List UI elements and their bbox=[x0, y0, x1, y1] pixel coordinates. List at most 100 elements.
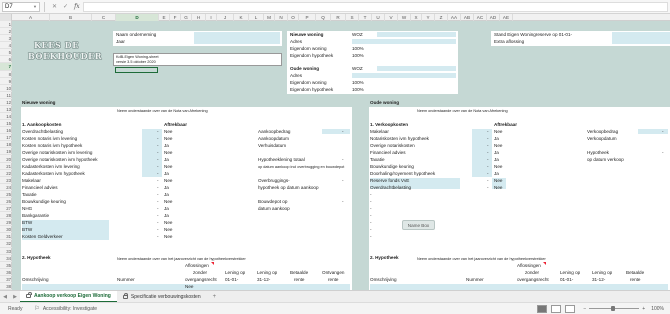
new-home-address-input[interactable] bbox=[352, 39, 456, 44]
left-item-deductible[interactable]: Nee bbox=[164, 150, 172, 156]
column-header-q[interactable]: Q bbox=[316, 14, 331, 21]
tab-specificatie[interactable]: Specificatie verbouwingskosten bbox=[117, 291, 207, 302]
row-header-1[interactable]: 1 bbox=[0, 21, 12, 29]
row-header-12[interactable]: 12 bbox=[0, 99, 12, 106]
column-header-w[interactable]: W bbox=[398, 14, 411, 21]
right-item-value[interactable]: - bbox=[487, 178, 489, 184]
left-item-deductible[interactable]: Nee bbox=[164, 129, 172, 135]
old-home-address-input[interactable] bbox=[352, 73, 456, 78]
right-item-value[interactable]: - bbox=[487, 136, 489, 142]
accessibility-icon[interactable]: ⚐ bbox=[34, 305, 39, 312]
zoom-level[interactable]: 100% bbox=[651, 306, 664, 312]
left-item-value[interactable]: - bbox=[157, 129, 159, 135]
left-item-value[interactable]: - bbox=[157, 234, 159, 240]
left-item-deductible[interactable]: Nee bbox=[164, 220, 172, 226]
column-header-ac[interactable]: AC bbox=[474, 14, 487, 21]
row-header-34[interactable]: 34 bbox=[0, 255, 12, 262]
left-item-value[interactable]: - bbox=[157, 199, 159, 205]
row-header-27[interactable]: 27 bbox=[0, 205, 12, 213]
right-item-value[interactable]: - bbox=[487, 129, 489, 135]
row-header-18[interactable]: 18 bbox=[0, 141, 12, 149]
column-header-a[interactable]: A bbox=[12, 14, 50, 21]
right-extra-dash[interactable]: - bbox=[370, 199, 372, 205]
left-item-value[interactable]: - bbox=[157, 213, 159, 219]
left-purchase-amount-input[interactable] bbox=[322, 129, 350, 134]
row-header-24[interactable]: 24 bbox=[0, 184, 12, 191]
row-header-9[interactable]: 9 bbox=[0, 78, 12, 85]
row-header-22[interactable]: 22 bbox=[0, 170, 12, 177]
selected-cell-d7[interactable] bbox=[115, 67, 158, 73]
right-item-deductible[interactable]: Nee bbox=[494, 129, 502, 135]
new-home-mortgage-pct[interactable]: 100% bbox=[352, 53, 364, 59]
left-item-deductible[interactable]: Nee bbox=[164, 234, 172, 240]
row-header-25[interactable]: 25 bbox=[0, 191, 12, 198]
left-item-deductible[interactable]: Ja bbox=[164, 157, 169, 163]
select-all-corner[interactable] bbox=[0, 14, 12, 21]
left-item-value[interactable]: - bbox=[157, 136, 159, 142]
row-header-15[interactable]: 15 bbox=[0, 120, 12, 128]
add-sheet-button[interactable]: + bbox=[213, 294, 217, 300]
old-home-mortgage-pct[interactable]: 100% bbox=[352, 87, 364, 93]
left-item-value[interactable]: - bbox=[157, 185, 159, 191]
column-header-e[interactable]: E bbox=[159, 14, 170, 21]
row-header-36[interactable]: 36 bbox=[0, 269, 12, 276]
accessibility-status[interactable]: Accessibility: Investigate bbox=[43, 306, 97, 312]
left-item-value[interactable]: - bbox=[157, 143, 159, 149]
right-item-deductible[interactable]: Nee bbox=[494, 164, 502, 170]
row-header-4[interactable]: 4 bbox=[0, 42, 12, 50]
page-layout-view-button[interactable] bbox=[551, 304, 562, 313]
column-header-s[interactable]: S bbox=[346, 14, 359, 21]
left-item-value[interactable]: - bbox=[157, 178, 159, 184]
left-purchase-inputs-a[interactable] bbox=[142, 129, 162, 177]
left-item-value[interactable]: - bbox=[157, 164, 159, 170]
name-box[interactable]: D7 ▼ bbox=[2, 1, 40, 12]
left-item-value[interactable]: - bbox=[157, 227, 159, 233]
row-header-20[interactable]: 20 bbox=[0, 156, 12, 163]
column-header-n[interactable]: N bbox=[275, 14, 288, 21]
left-item-value[interactable]: - bbox=[157, 157, 159, 163]
row-header-38[interactable]: 38 bbox=[0, 283, 12, 290]
left-item-value[interactable]: - bbox=[157, 206, 159, 212]
column-header-u[interactable]: U bbox=[372, 14, 385, 21]
left-item-value[interactable]: - bbox=[157, 171, 159, 177]
right-extra-dash[interactable]: - bbox=[370, 220, 372, 226]
column-header-h[interactable]: H bbox=[192, 14, 206, 21]
left-item-deductible[interactable]: Ja bbox=[164, 206, 169, 212]
right-extra-dash[interactable]: - bbox=[370, 192, 372, 198]
right-item-deductible[interactable]: Nee bbox=[494, 185, 502, 191]
new-home-ownership-pct[interactable]: 100% bbox=[352, 46, 364, 52]
column-header-x[interactable]: X bbox=[411, 14, 422, 21]
right-item-value[interactable]: - bbox=[487, 171, 489, 177]
sheet-grid[interactable]: KEES DE BOEKHOUDER Naam onderneming Jaar… bbox=[12, 21, 670, 290]
column-header-b[interactable]: B bbox=[50, 14, 92, 21]
insert-function-icon[interactable]: fx bbox=[74, 3, 80, 10]
new-home-woz-input[interactable] bbox=[377, 32, 456, 37]
comment-indicator-icon[interactable] bbox=[543, 262, 546, 265]
column-header-d[interactable]: D bbox=[116, 14, 159, 21]
row-header-35[interactable]: 35 bbox=[0, 262, 12, 269]
normal-view-button[interactable] bbox=[537, 304, 548, 313]
zoom-in-button[interactable]: + bbox=[642, 306, 645, 312]
row-header-23[interactable]: 23 bbox=[0, 177, 12, 184]
row-header-13[interactable]: 13 bbox=[0, 106, 12, 114]
row-header-31[interactable]: 31 bbox=[0, 233, 12, 241]
right-item-value[interactable]: - bbox=[487, 185, 489, 191]
tab-aankoop-verkoop[interactable]: Aankoop verkoop Eigen Woning bbox=[20, 291, 117, 302]
company-input[interactable] bbox=[194, 32, 280, 44]
row-header-3[interactable]: 3 bbox=[0, 35, 12, 43]
column-header-f[interactable]: F bbox=[170, 14, 181, 21]
row-header-28[interactable]: 28 bbox=[0, 212, 12, 220]
left-item-value[interactable]: - bbox=[157, 192, 159, 198]
column-header-p[interactable]: P bbox=[299, 14, 316, 21]
confirm-icon[interactable]: ✓ bbox=[63, 3, 68, 10]
left-item-deductible[interactable]: Nee bbox=[164, 164, 172, 170]
row-header-7[interactable]: 7 bbox=[0, 63, 12, 71]
zoom-slider[interactable] bbox=[589, 306, 640, 310]
row-header-37[interactable]: 37 bbox=[0, 276, 12, 283]
cancel-icon[interactable]: ✕ bbox=[52, 3, 57, 10]
row-header-19[interactable]: 19 bbox=[0, 148, 12, 156]
row-header-2[interactable]: 2 bbox=[0, 28, 12, 36]
right-item-deductible[interactable]: Ja bbox=[494, 150, 499, 156]
column-header-t[interactable]: T bbox=[359, 14, 372, 21]
right-extra-dash[interactable]: - bbox=[370, 234, 372, 240]
